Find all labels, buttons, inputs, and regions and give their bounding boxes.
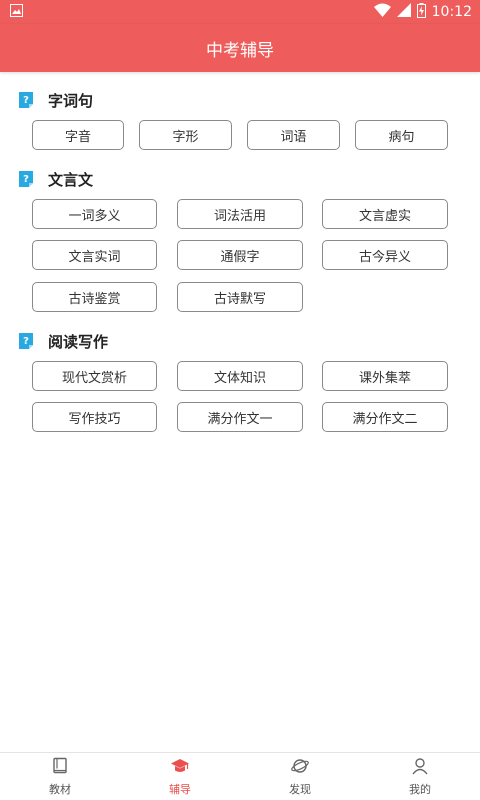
yuedu-item-1[interactable]: 现代文赏析	[32, 361, 157, 391]
tab-fudao[interactable]: 辅导	[120, 753, 240, 800]
status-time: 10:12	[431, 4, 472, 20]
wenyan-item-1[interactable]: 一词多义	[32, 199, 157, 229]
section-title: 文言文	[48, 171, 94, 189]
wifi-icon	[373, 3, 391, 21]
tab-wode[interactable]: 我的	[360, 753, 480, 800]
app-bar: 中考辅导	[0, 24, 480, 72]
section-header-zicijv: ? 字词句	[18, 90, 93, 111]
svg-text:?: ?	[23, 336, 29, 347]
zici-item-zixing[interactable]: 字形	[139, 120, 232, 150]
yuedu-item-4[interactable]: 写作技巧	[32, 402, 157, 432]
section-header-wenyanwen: ? 文言文	[18, 169, 93, 190]
yuedu-item-5[interactable]: 满分作文一	[177, 402, 303, 432]
section-title: 阅读写作	[48, 333, 109, 351]
zici-item-ciyu[interactable]: 词语	[247, 120, 340, 150]
battery-charging-icon	[416, 2, 426, 22]
svg-text:?: ?	[23, 174, 29, 185]
zici-item-ziyin[interactable]: 字音	[32, 120, 124, 150]
wenyan-item-5[interactable]: 通假字	[177, 240, 303, 270]
wenyan-item-4[interactable]: 文言实词	[32, 240, 157, 270]
tab-label: 发现	[289, 783, 311, 796]
wenyan-item-3[interactable]: 文言虚实	[322, 199, 448, 229]
yuedu-item-2[interactable]: 文体知识	[177, 361, 303, 391]
graduation-cap-icon	[170, 756, 190, 779]
section-header-yuedu: ? 阅读写作	[18, 331, 108, 352]
tab-jiaocai[interactable]: 教材	[0, 753, 120, 800]
bottom-tab-bar: 教材 辅导 发现 我的	[0, 752, 480, 800]
planet-icon	[290, 756, 310, 779]
status-bar: 10:12	[0, 0, 480, 24]
tab-faxian[interactable]: 发现	[240, 753, 360, 800]
book-icon	[50, 756, 70, 779]
wenyan-item-6[interactable]: 古今异义	[322, 240, 448, 270]
image-icon	[10, 3, 23, 21]
wenyan-item-2[interactable]: 词法活用	[177, 199, 303, 229]
wenyan-item-7[interactable]: 古诗鉴赏	[32, 282, 157, 312]
svg-text:?: ?	[23, 95, 29, 106]
section-title: 字词句	[48, 92, 94, 110]
signal-icon	[396, 3, 411, 21]
zici-item-bingju[interactable]: 病句	[355, 120, 448, 150]
page-title: 中考辅导	[206, 40, 274, 61]
tab-label: 教材	[49, 783, 71, 796]
yuedu-item-3[interactable]: 课外集萃	[322, 361, 448, 391]
wenyan-item-8[interactable]: 古诗默写	[177, 282, 303, 312]
tab-label: 我的	[409, 783, 431, 796]
note-question-icon: ?	[18, 170, 37, 189]
user-icon	[410, 756, 430, 779]
tab-label: 辅导	[169, 783, 191, 796]
note-question-icon: ?	[18, 332, 37, 351]
yuedu-item-6[interactable]: 满分作文二	[322, 402, 448, 432]
note-question-icon: ?	[18, 91, 37, 110]
